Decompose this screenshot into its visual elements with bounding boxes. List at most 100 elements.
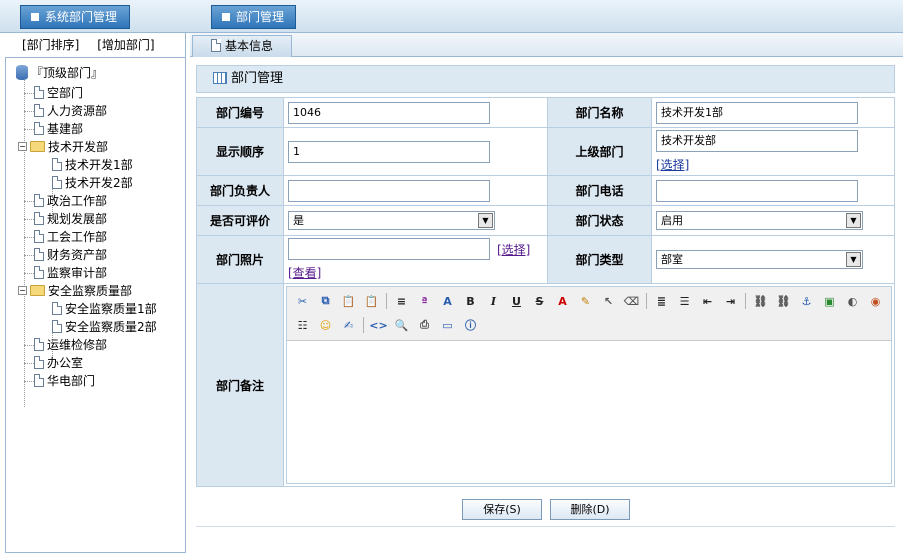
line-spacing-icon[interactable]: ≡: [393, 292, 411, 310]
paste-text-icon[interactable]: 📋: [363, 292, 381, 310]
tree-item[interactable]: 安全监察质量2部: [52, 318, 157, 336]
media-icon[interactable]: ◉: [867, 292, 885, 310]
editor-content-area[interactable]: [287, 341, 891, 483]
panel-header: 部门管理: [196, 65, 895, 93]
subtab-basic-info[interactable]: 基本信息: [192, 35, 292, 57]
tree-item[interactable]: 财务资产部: [34, 246, 107, 264]
dept-form: 部门编号 1046 部门名称 技术开发1部 显示顺序 1 上级部门 技术开发部 …: [196, 97, 895, 487]
outdent-icon[interactable]: ⇤: [699, 292, 717, 310]
folder-open-icon: [30, 141, 45, 152]
fullscreen-icon[interactable]: ▭: [439, 316, 457, 334]
source-code-icon[interactable]: <>: [369, 316, 387, 334]
anchor-icon[interactable]: ⚓: [798, 292, 816, 310]
evaluable-select[interactable]: 是 ▼: [288, 211, 495, 230]
copy-icon[interactable]: ⧉: [317, 292, 335, 310]
tree-item-expanded[interactable]: − 技术开发部: [18, 138, 108, 156]
rich-text-editor: ✂ ⧉ 📋 📋 ≡ ª A B I U S A ✎ ↖ ⌫ ≣ ☰ ⇤ ⇥ ⛓ …: [286, 286, 892, 484]
tab-label: 系统部门管理: [45, 10, 118, 24]
tree-item[interactable]: 运维检修部: [34, 336, 107, 354]
label-parent: 上级部门: [547, 127, 652, 176]
flash-icon[interactable]: ◐: [844, 292, 862, 310]
tree-item[interactable]: 技术开发1部: [52, 156, 133, 174]
bold-icon[interactable]: B: [462, 292, 480, 310]
document-icon: [34, 104, 44, 117]
font-size-icon[interactable]: A: [439, 292, 457, 310]
phone-input[interactable]: [656, 179, 858, 202]
chevron-down-icon[interactable]: ▼: [846, 252, 861, 267]
tree-item[interactable]: 华电部门: [34, 372, 95, 390]
cut-icon[interactable]: ✂: [294, 292, 312, 310]
label-order: 显示顺序: [196, 127, 284, 176]
highlight-icon[interactable]: ✎: [577, 292, 595, 310]
head-input[interactable]: [288, 179, 490, 202]
list-icon[interactable]: ☰: [676, 292, 694, 310]
image-icon[interactable]: ▣: [821, 292, 839, 310]
paste-icon[interactable]: 📋: [340, 292, 358, 310]
tree-item[interactable]: 空部门: [34, 84, 83, 102]
status-select[interactable]: 启用 ▼: [656, 211, 863, 230]
left-panel: [部门排序] [增加部门] 『顶级部门』 空部门 人力资源部 基建部 − 技术开发…: [4, 33, 186, 553]
emoticon-icon[interactable]: ☺: [317, 316, 335, 334]
font-family-icon[interactable]: ª: [416, 292, 434, 310]
tree-item[interactable]: 规划发展部: [34, 210, 107, 228]
collapse-icon[interactable]: −: [18, 142, 27, 151]
document-icon: [34, 356, 44, 369]
about-icon[interactable]: ⓘ: [462, 316, 480, 334]
link-icon[interactable]: ⛓: [752, 292, 770, 310]
document-icon: [52, 176, 62, 189]
indent-icon[interactable]: ⇥: [722, 292, 740, 310]
eraser-icon[interactable]: ⌫: [623, 292, 641, 310]
view-photo-link[interactable]: [查看]: [288, 266, 321, 280]
dept-tree: 『顶级部门』 空部门 人力资源部 基建部 − 技术开发部 技术开发1部 技术开发2…: [5, 57, 186, 553]
parent-input[interactable]: 技术开发部: [656, 130, 858, 152]
print-icon[interactable]: ⎙: [416, 316, 434, 334]
document-icon: [34, 338, 44, 351]
main-panel: 基本信息 部门管理 部门编号 1046 部门名称 技术开发1部 显示顺序 1 上…: [190, 33, 903, 553]
document-icon: [34, 122, 44, 135]
chevron-down-icon[interactable]: ▼: [846, 213, 861, 228]
align-justify-icon[interactable]: ≣: [653, 292, 671, 310]
dept-name-input[interactable]: 技术开发1部: [656, 101, 858, 124]
italic-icon[interactable]: I: [485, 292, 503, 310]
photo-input[interactable]: [288, 238, 490, 260]
tree-item[interactable]: 监察审计部: [34, 264, 107, 282]
label-dept-no: 部门编号: [196, 97, 284, 128]
tree-item-expanded[interactable]: − 安全监察质量部: [18, 282, 132, 300]
text-color-icon[interactable]: A: [554, 292, 572, 310]
strikethrough-icon[interactable]: S: [531, 292, 549, 310]
unlink-icon[interactable]: ⛓: [775, 292, 793, 310]
select-parent-link[interactable]: [选择]: [656, 158, 689, 172]
grid-icon: [213, 71, 227, 84]
tree-item[interactable]: 技术开发2部: [52, 174, 133, 192]
underline-icon[interactable]: U: [508, 292, 526, 310]
select-pointer-icon[interactable]: ↖: [600, 292, 618, 310]
chevron-down-icon[interactable]: ▼: [478, 213, 493, 228]
tree-item[interactable]: 安全监察质量1部: [52, 300, 157, 318]
document-icon: [52, 320, 62, 333]
document-icon: [211, 39, 221, 52]
tree-item[interactable]: 政治工作部: [34, 192, 107, 210]
tree-item[interactable]: 基建部: [34, 120, 83, 138]
editor-toolbar: ✂ ⧉ 📋 📋 ≡ ª A B I U S A ✎ ↖ ⌫ ≣ ☰ ⇤ ⇥ ⛓ …: [287, 287, 891, 341]
horizontal-rule-icon[interactable]: ☷: [294, 316, 312, 334]
tree-item[interactable]: 人力资源部: [34, 102, 107, 120]
document-icon: [52, 302, 62, 315]
tree-item[interactable]: 工会工作部: [34, 228, 107, 246]
tab-dept-mgmt[interactable]: 部门管理: [211, 5, 296, 29]
tab-square-icon: [31, 12, 39, 21]
edit-icon[interactable]: ✍: [340, 316, 358, 334]
add-dept-link[interactable]: [增加部门]: [97, 38, 154, 52]
order-input[interactable]: 1: [288, 140, 490, 163]
tab-system-dept-mgmt[interactable]: 系统部门管理: [20, 5, 130, 29]
select-photo-link[interactable]: [选择]: [497, 241, 530, 258]
collapse-icon[interactable]: −: [18, 286, 27, 295]
preview-icon[interactable]: 🔍: [393, 316, 411, 334]
tree-root[interactable]: 『顶级部门』: [16, 64, 103, 82]
type-select[interactable]: 部室 ▼: [656, 250, 863, 269]
save-button[interactable]: 保存(S): [462, 499, 542, 520]
tree-item[interactable]: 办公室: [34, 354, 83, 372]
delete-button[interactable]: 删除(D): [550, 499, 630, 520]
database-icon: [16, 65, 28, 80]
dept-no-input[interactable]: 1046: [288, 101, 490, 124]
sort-dept-link[interactable]: [部门排序]: [22, 38, 79, 52]
